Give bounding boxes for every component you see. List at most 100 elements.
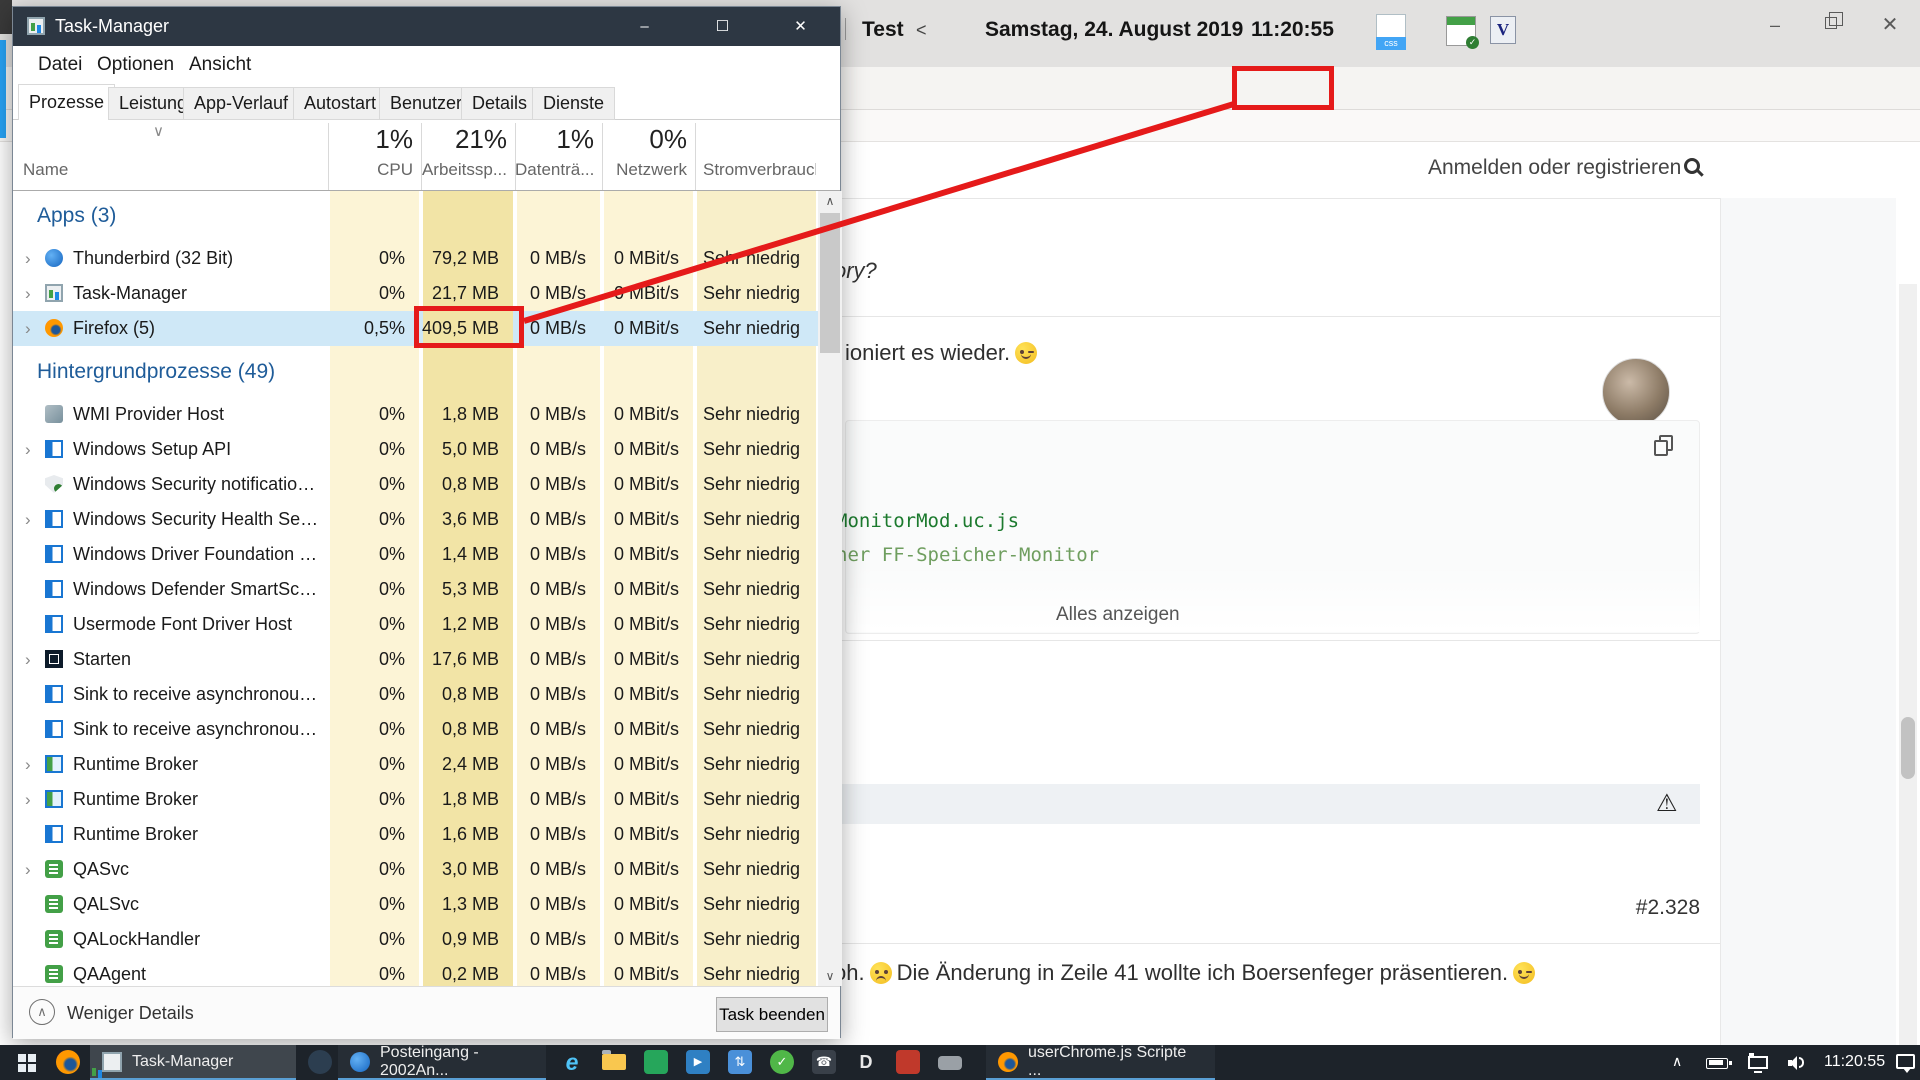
expander-icon[interactable]: › bbox=[25, 241, 31, 276]
transfer-icon[interactable]: ⇅ bbox=[728, 1050, 752, 1074]
expander-icon[interactable]: › bbox=[25, 642, 31, 677]
process-row[interactable]: ›Runtime Broker0%2,4 MB0 MB/s0 MBit/sSeh… bbox=[13, 747, 818, 782]
firefox-pinned-icon[interactable] bbox=[56, 1050, 80, 1074]
process-name: Sink to receive asynchronous callbac... bbox=[73, 677, 323, 712]
process-row[interactable]: QALSvc0%1,3 MB0 MB/s0 MBit/sSehr niedrig bbox=[13, 887, 818, 922]
expander-icon[interactable]: › bbox=[25, 782, 31, 817]
process-row[interactable]: Sink to receive asynchronous callbac...0… bbox=[13, 677, 818, 712]
scroll-up-icon[interactable]: ∧ bbox=[818, 191, 842, 211]
signin-link[interactable]: Anmelden oder registrieren bbox=[1428, 156, 1681, 180]
scrollbar-thumb[interactable] bbox=[1901, 717, 1915, 779]
process-row[interactable]: WMI Provider Host0%1,8 MB0 MB/s0 MBit/sS… bbox=[13, 397, 818, 432]
file-explorer-icon[interactable] bbox=[602, 1054, 626, 1078]
process-row[interactable]: Sink to receive asynchronous callbac...0… bbox=[13, 712, 818, 747]
scrollbar-thumb[interactable] bbox=[820, 213, 840, 353]
check-circle-icon[interactable]: ✓ bbox=[770, 1050, 794, 1074]
warning-icon[interactable]: ⚠ bbox=[1656, 789, 1678, 818]
tab-prozesse[interactable]: Prozesse bbox=[18, 84, 115, 121]
tm-maximize-button[interactable]: ☐ bbox=[699, 7, 746, 46]
taskbar-button-thunderbird[interactable]: Posteingang - 2002An... bbox=[338, 1045, 546, 1080]
table-check-icon[interactable]: ✓ bbox=[1446, 16, 1476, 46]
cell-net: 0 MBit/s bbox=[602, 432, 687, 467]
process-row[interactable]: Windows Driver Foundation - Benut...0%1,… bbox=[13, 537, 818, 572]
expander-icon[interactable]: › bbox=[25, 311, 31, 346]
speaker-icon[interactable] bbox=[1788, 1055, 1808, 1071]
process-list-scrollbar[interactable]: ∧ ∨ bbox=[818, 191, 842, 986]
css-file-icon[interactable]: css bbox=[1376, 14, 1406, 50]
end-task-button[interactable]: Task beenden bbox=[716, 997, 828, 1032]
process-row[interactable]: Windows Security notification icon0%0,8 … bbox=[13, 467, 818, 502]
menu-datei[interactable]: Datei bbox=[38, 54, 82, 76]
blue-media-icon[interactable]: ▶ bbox=[686, 1050, 710, 1074]
column-power[interactable]: Stromverbrauch bbox=[703, 160, 816, 180]
post-number[interactable]: #2.328 bbox=[1600, 896, 1700, 920]
process-row[interactable]: ›QASvc0%3,0 MB0 MB/s0 MBit/sSehr niedrig bbox=[13, 852, 818, 887]
taskbar-button-task-manager[interactable]: Task-Manager bbox=[90, 1045, 296, 1080]
column-cpu[interactable]: CPU bbox=[328, 160, 413, 180]
start-button[interactable] bbox=[18, 1054, 36, 1072]
process-group-header[interactable]: Hintergrundprozesse (49) bbox=[13, 346, 818, 397]
green-app-icon[interactable] bbox=[644, 1050, 668, 1074]
expander-icon[interactable]: › bbox=[25, 747, 31, 782]
column-net[interactable]: Netzwerk bbox=[602, 160, 687, 180]
thunderbird-icon bbox=[45, 249, 63, 267]
menu-optionen[interactable]: Optionen bbox=[97, 54, 174, 76]
expander-icon[interactable]: › bbox=[25, 432, 31, 467]
process-row[interactable]: Usermode Font Driver Host0%1,2 MB0 MB/s0… bbox=[13, 607, 818, 642]
process-row[interactable]: Windows Defender SmartScreen0%5,3 MB0 MB… bbox=[13, 572, 818, 607]
task-manager-titlebar[interactable]: Task-Manager – ☐ ✕ bbox=[13, 7, 840, 46]
tab-benutzer[interactable]: Benutzer bbox=[379, 87, 473, 120]
browser-restore-button[interactable] bbox=[1805, 0, 1861, 50]
tm-minimize-button[interactable]: – bbox=[621, 7, 668, 46]
fewer-details-toggle[interactable]: Weniger Details bbox=[67, 1003, 194, 1024]
expander-icon[interactable]: › bbox=[25, 852, 31, 887]
process-row[interactable]: ›Runtime Broker0%1,8 MB0 MB/s0 MBit/sSeh… bbox=[13, 782, 818, 817]
column-disk[interactable]: Datenträ... bbox=[515, 160, 594, 180]
cell-power: Sehr niedrig bbox=[703, 572, 818, 607]
tab-details[interactable]: Details bbox=[461, 87, 538, 120]
dark-circle-app-icon[interactable] bbox=[308, 1050, 332, 1074]
expander-icon[interactable]: › bbox=[25, 276, 31, 311]
red-app-icon[interactable] bbox=[896, 1050, 920, 1074]
process-row[interactable]: Runtime Broker0%1,6 MB0 MB/s0 MBit/sSehr… bbox=[13, 817, 818, 852]
tab-app-verlauf[interactable]: App-Verlauf bbox=[183, 87, 299, 120]
avatar[interactable] bbox=[1602, 358, 1670, 426]
collapse-circle-icon[interactable]: ∧ bbox=[29, 999, 55, 1025]
show-all-link[interactable]: Alles anzeigen bbox=[1056, 604, 1180, 626]
expander-icon[interactable]: › bbox=[25, 502, 31, 537]
cell-disk: 0 MB/s bbox=[515, 241, 594, 276]
forum-search-icon[interactable] bbox=[1684, 158, 1700, 174]
v-badge-icon[interactable]: V bbox=[1490, 16, 1516, 44]
browser-minimize-button[interactable]: – bbox=[1747, 0, 1803, 50]
process-row[interactable]: QALockHandler0%0,9 MB0 MB/s0 MBit/sSehr … bbox=[13, 922, 818, 957]
tab-autostart[interactable]: Autostart bbox=[293, 87, 387, 120]
taskbar-button-userchrome[interactable]: userChrome.js Scripte ... bbox=[986, 1045, 1215, 1080]
edge-icon[interactable]: e bbox=[560, 1050, 584, 1074]
window-green-icon bbox=[45, 755, 63, 773]
tab-strip: Prozesse Leistung App-Verlauf Autostart … bbox=[13, 84, 840, 120]
action-center-icon[interactable] bbox=[1896, 1054, 1915, 1069]
window-icon bbox=[45, 580, 63, 598]
column-mem[interactable]: Arbeitssp... bbox=[421, 160, 507, 180]
network-icon[interactable] bbox=[1748, 1056, 1768, 1069]
scroll-down-icon[interactable]: ∨ bbox=[818, 966, 842, 986]
process-group-header[interactable]: Apps (3) bbox=[13, 191, 818, 241]
process-row[interactable]: ›Windows Setup API0%5,0 MB0 MB/s0 MBit/s… bbox=[13, 432, 818, 467]
d-app-icon[interactable]: D bbox=[854, 1050, 878, 1074]
copy-code-icon[interactable] bbox=[1652, 434, 1678, 460]
browser-close-button[interactable]: ✕ bbox=[1862, 0, 1918, 50]
taskbar-clock[interactable]: 11:20:55 bbox=[1824, 1053, 1885, 1080]
column-name[interactable]: Name bbox=[23, 160, 68, 180]
tm-close-button[interactable]: ✕ bbox=[777, 7, 824, 46]
keyboard-app-icon[interactable] bbox=[938, 1056, 962, 1070]
phone-app-icon[interactable]: ☎ bbox=[812, 1050, 836, 1074]
process-row[interactable]: ›Starten0%17,6 MB0 MB/s0 MBit/sSehr nied… bbox=[13, 642, 818, 677]
tray-expand-icon[interactable]: ∧ bbox=[1672, 1053, 1682, 1080]
tab-title[interactable]: Test bbox=[862, 18, 904, 42]
browser-scrollbar[interactable] bbox=[1899, 284, 1917, 1080]
menu-ansicht[interactable]: Ansicht bbox=[189, 54, 251, 76]
tab-dienste[interactable]: Dienste bbox=[532, 87, 615, 120]
battery-icon[interactable] bbox=[1706, 1058, 1728, 1069]
tab-collapse-arrow[interactable]: < bbox=[916, 20, 927, 41]
process-row[interactable]: ›Windows Security Health Service0%3,6 MB… bbox=[13, 502, 818, 537]
